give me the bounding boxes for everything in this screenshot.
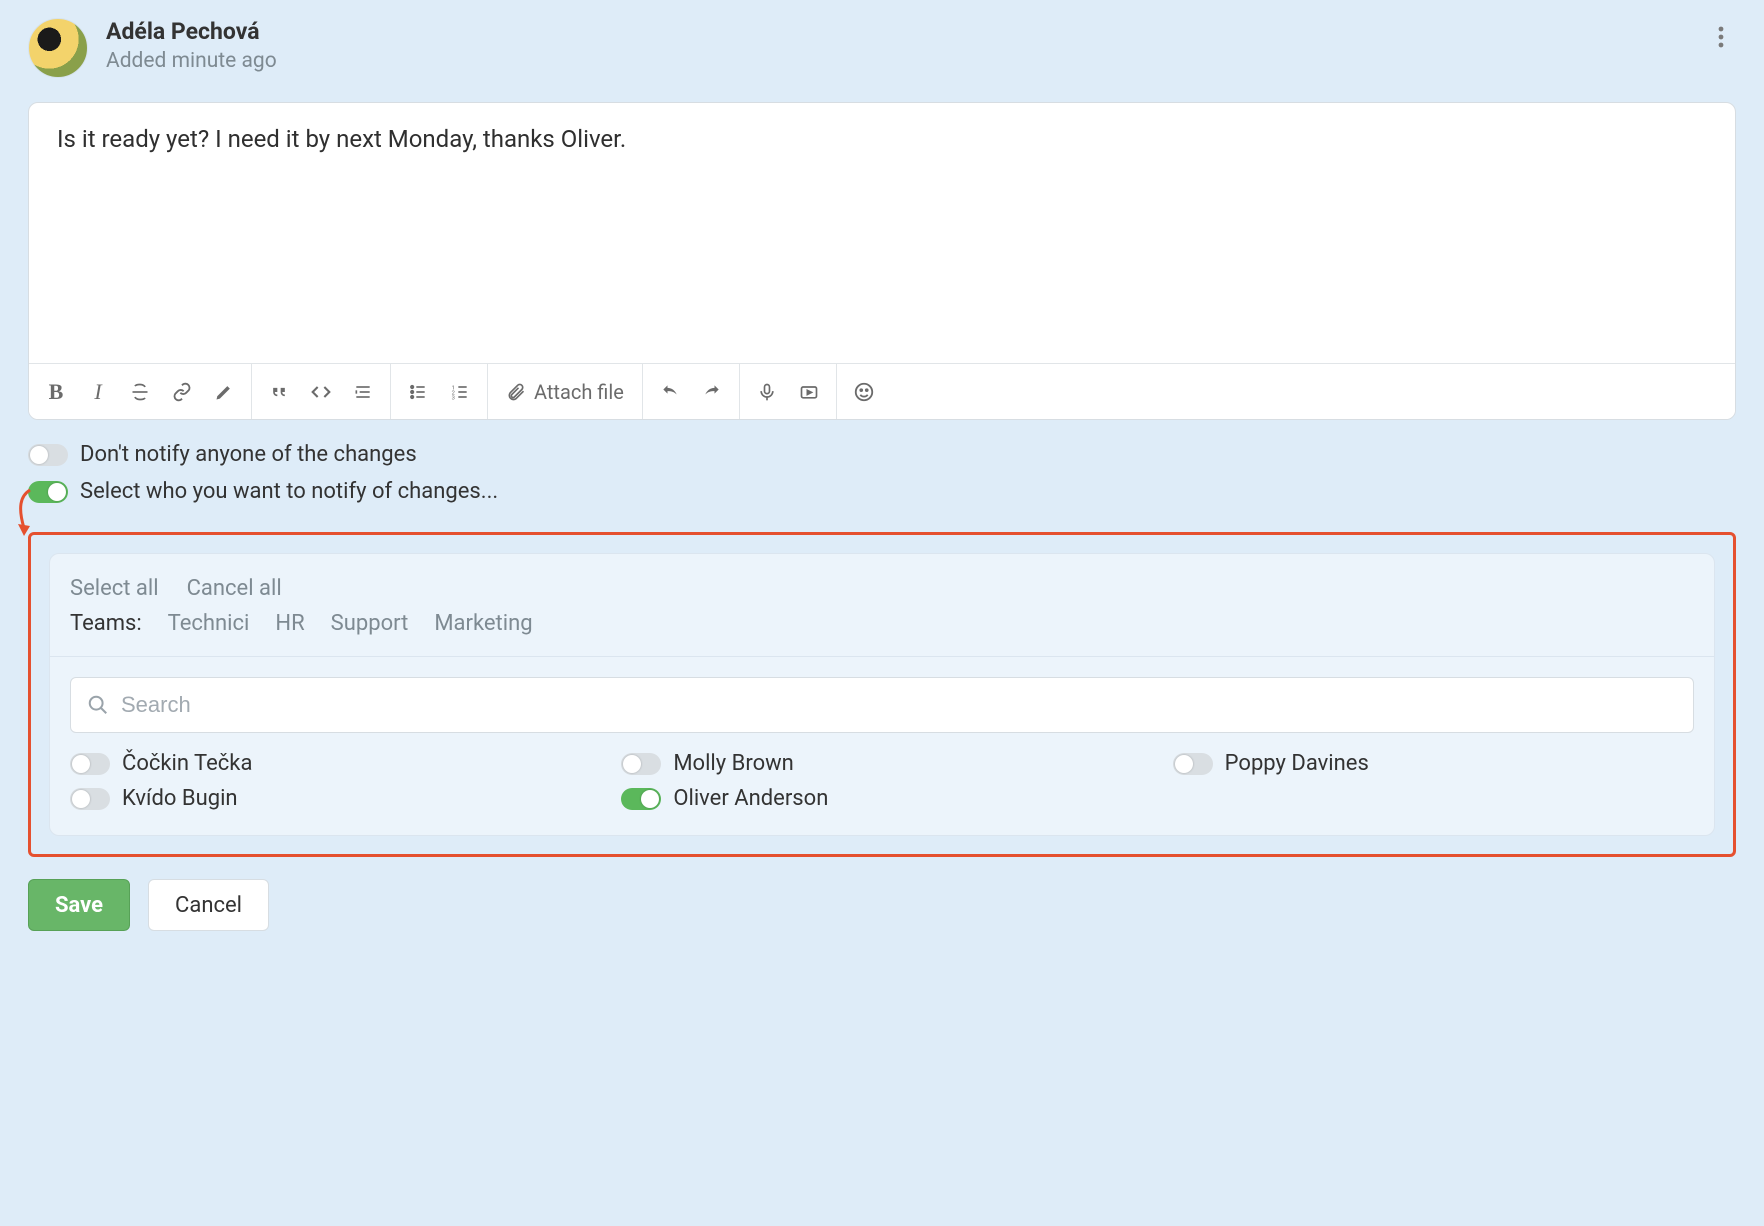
- smiley-icon: [853, 381, 875, 403]
- undo-button[interactable]: [649, 371, 691, 413]
- redo-button[interactable]: [691, 371, 733, 413]
- highlight-icon: [214, 382, 234, 402]
- audio-button[interactable]: [746, 371, 788, 413]
- attach-file-label: Attach file: [534, 380, 624, 404]
- italic-icon: I: [94, 379, 101, 405]
- panel-divider: [50, 656, 1714, 657]
- person-name: Molly Brown: [673, 751, 794, 776]
- bold-button[interactable]: B: [35, 371, 77, 413]
- team-support[interactable]: Support: [331, 611, 409, 636]
- numbered-list-button[interactable]: 1 2 3: [439, 371, 481, 413]
- microphone-icon: [757, 382, 777, 402]
- select-notify-label: Select who you want to notify of changes…: [80, 479, 498, 504]
- teams-label: Teams:: [70, 611, 142, 636]
- team-hr[interactable]: HR: [275, 611, 304, 636]
- quote-button[interactable]: [258, 371, 300, 413]
- cancel-all-link[interactable]: Cancel all: [187, 576, 282, 601]
- save-button[interactable]: Save: [28, 879, 130, 931]
- dont-notify-label: Don't notify anyone of the changes: [80, 442, 417, 467]
- person-row: Kvído Bugin: [70, 786, 591, 811]
- annotation-arrow-icon: [12, 488, 42, 538]
- editor-body[interactable]: Is it ready yet? I need it by next Monda…: [29, 103, 1735, 363]
- person-toggle[interactable]: [621, 753, 661, 775]
- person-name: Oliver Anderson: [673, 786, 828, 811]
- person-row: Poppy Davines: [1173, 751, 1694, 776]
- link-button[interactable]: [161, 371, 203, 413]
- teams-row: Teams: Technici HR Support Marketing: [70, 611, 1694, 636]
- indent-button[interactable]: [342, 371, 384, 413]
- link-icon: [172, 382, 192, 402]
- team-marketing[interactable]: Marketing: [434, 611, 532, 636]
- actions-row: Save Cancel: [28, 879, 1736, 931]
- svg-text:3: 3: [452, 395, 455, 401]
- search-field[interactable]: [70, 677, 1694, 733]
- editor-toolbar: B I: [29, 363, 1735, 419]
- quote-icon: [269, 382, 289, 402]
- user-name: Adéla Pechová: [106, 18, 277, 45]
- notify-panel-highlight: Select all Cancel all Teams: Technici HR…: [28, 532, 1736, 857]
- dont-notify-row: Don't notify anyone of the changes: [28, 442, 1736, 467]
- search-icon: [87, 694, 109, 716]
- person-name: Kvído Bugin: [122, 786, 238, 811]
- bullet-list-button[interactable]: [397, 371, 439, 413]
- strikethrough-button[interactable]: [119, 371, 161, 413]
- person-name: Čočkin Tečka: [122, 751, 252, 776]
- kebab-icon: [1718, 26, 1724, 48]
- bullet-list-icon: [408, 382, 428, 402]
- select-all-link[interactable]: Select all: [70, 576, 159, 601]
- person-toggle[interactable]: [621, 788, 661, 810]
- editor-card: Is it ready yet? I need it by next Monda…: [28, 102, 1736, 420]
- redo-icon: [702, 382, 722, 402]
- bold-icon: B: [49, 379, 64, 405]
- numbered-list-icon: 1 2 3: [450, 382, 470, 402]
- person-name: Poppy Davines: [1225, 751, 1369, 776]
- code-icon: [311, 382, 331, 402]
- video-icon: [799, 382, 819, 402]
- emoji-button[interactable]: [843, 371, 885, 413]
- italic-button[interactable]: I: [77, 371, 119, 413]
- comment-header: Adéla Pechová Added minute ago: [28, 18, 1736, 78]
- person-row: Čočkin Tečka: [70, 751, 591, 776]
- header-meta: Adéla Pechová Added minute ago: [106, 18, 277, 73]
- search-input[interactable]: [121, 692, 1677, 718]
- people-grid: Čočkin Tečka Molly Brown Poppy Davines K…: [70, 751, 1694, 811]
- indent-icon: [353, 382, 373, 402]
- paperclip-icon: [506, 382, 526, 402]
- video-button[interactable]: [788, 371, 830, 413]
- person-toggle[interactable]: [70, 753, 110, 775]
- code-button[interactable]: [300, 371, 342, 413]
- team-technici[interactable]: Technici: [168, 611, 250, 636]
- more-menu-button[interactable]: [1706, 18, 1736, 56]
- notify-panel: Select all Cancel all Teams: Technici HR…: [49, 553, 1715, 836]
- added-time: Added minute ago: [106, 49, 277, 73]
- dont-notify-toggle[interactable]: [28, 444, 68, 466]
- person-toggle[interactable]: [1173, 753, 1213, 775]
- undo-icon: [660, 382, 680, 402]
- strikethrough-icon: [130, 382, 150, 402]
- person-toggle[interactable]: [70, 788, 110, 810]
- avatar[interactable]: [28, 18, 88, 78]
- cancel-button[interactable]: Cancel: [148, 879, 269, 931]
- person-row: Molly Brown: [621, 751, 1142, 776]
- attach-file-button[interactable]: Attach file: [494, 380, 636, 404]
- person-row: Oliver Anderson: [621, 786, 1142, 811]
- highlight-button[interactable]: [203, 371, 245, 413]
- select-notify-row: Select who you want to notify of changes…: [28, 479, 1736, 504]
